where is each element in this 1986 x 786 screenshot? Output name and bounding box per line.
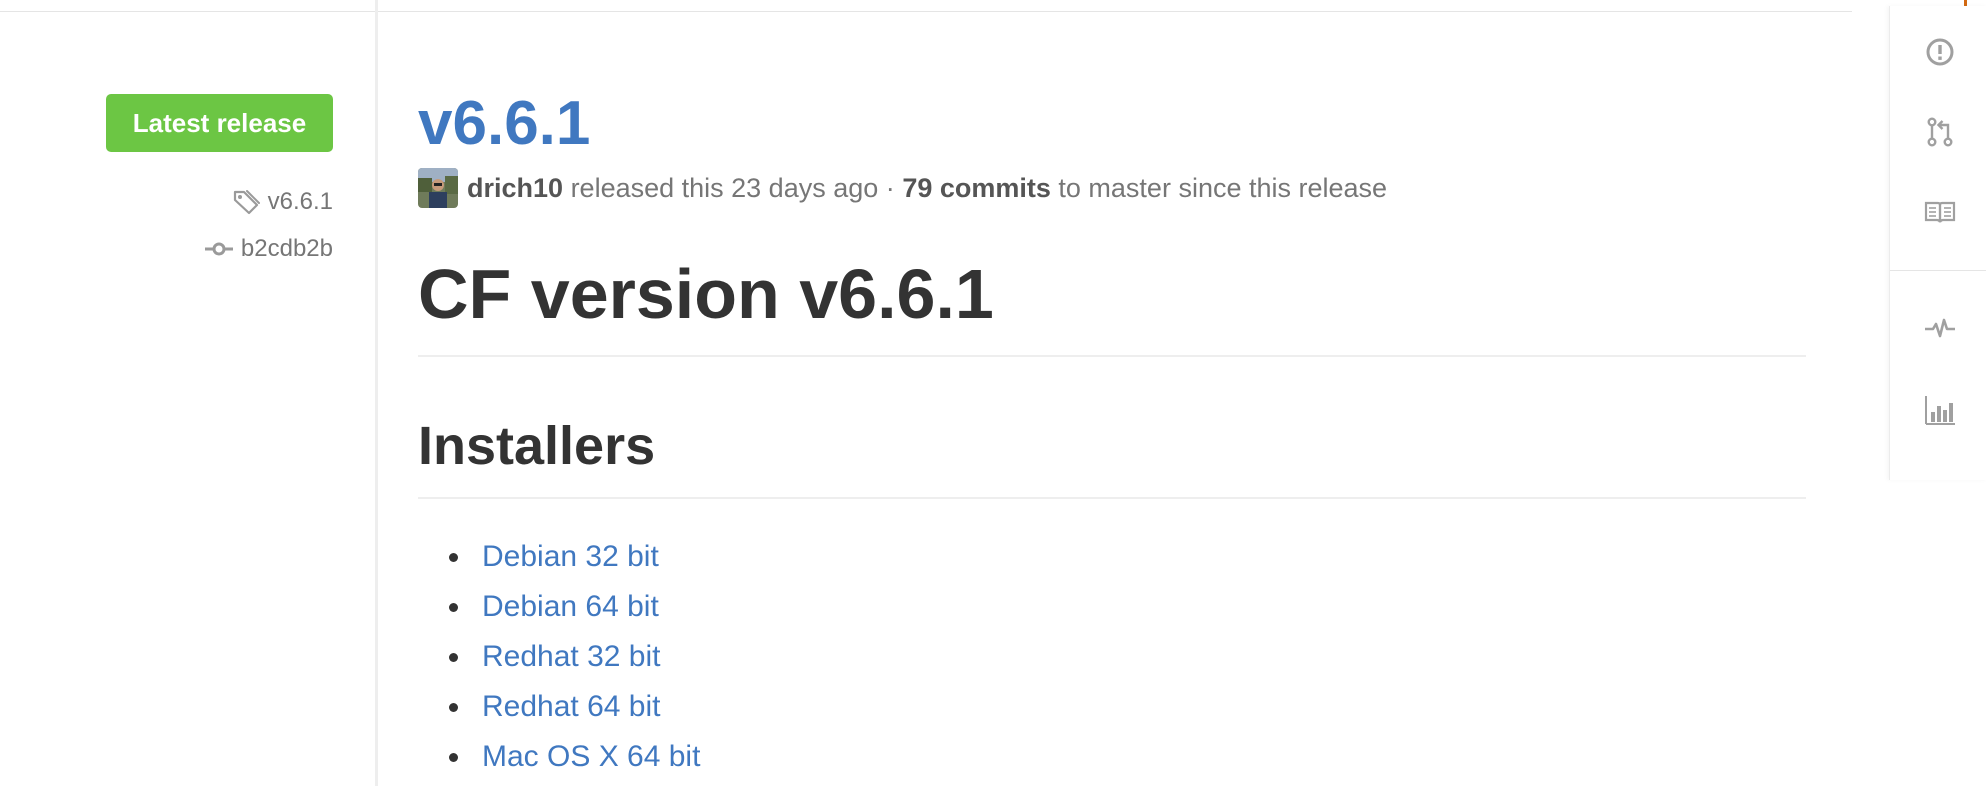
installer-link-redhat-64[interactable]: Redhat 64 bit bbox=[482, 690, 660, 723]
heading-divider bbox=[418, 355, 1806, 357]
author-avatar[interactable] bbox=[418, 168, 458, 208]
release-heading: CF version v6.6.1 bbox=[418, 255, 994, 333]
repo-nav-divider bbox=[1890, 270, 1986, 271]
pull-requests-icon[interactable] bbox=[1924, 116, 1956, 148]
commits-suffix: to master since this release bbox=[1058, 172, 1388, 203]
wiki-icon[interactable] bbox=[1924, 196, 1956, 228]
released-text: released this 23 days ago bbox=[570, 172, 879, 203]
byline-separator: · bbox=[885, 172, 895, 203]
release-meta-column: Latest release v6.6.1 b2cdb2b bbox=[0, 0, 378, 786]
list-item: Debian 32 bit bbox=[418, 532, 700, 582]
installer-link-redhat-32[interactable]: Redhat 32 bit bbox=[482, 640, 660, 673]
commit-sha: b2cdb2b bbox=[240, 235, 333, 262]
list-item: Redhat 64 bit bbox=[418, 682, 700, 732]
installer-link-mac-64[interactable]: Mac OS X 64 bit bbox=[482, 740, 700, 773]
tag-label: v6.6.1 bbox=[267, 188, 333, 215]
installers-heading: Installers bbox=[418, 416, 656, 476]
list-item: Redhat 32 bit bbox=[418, 632, 700, 682]
bullet bbox=[449, 753, 458, 762]
release-commit[interactable]: b2cdb2b bbox=[204, 235, 333, 263]
tag-icon bbox=[232, 189, 260, 215]
issues-icon[interactable] bbox=[1924, 36, 1956, 68]
commits-count-link[interactable]: 79 commits bbox=[902, 173, 1051, 204]
bullet bbox=[449, 603, 458, 612]
latest-release-badge[interactable]: Latest release bbox=[106, 94, 333, 152]
subheading-divider bbox=[418, 497, 1806, 499]
bullet bbox=[449, 703, 458, 712]
bullet bbox=[449, 653, 458, 662]
installers-list: Debian 32 bit Debian 64 bit Redhat 32 bi… bbox=[418, 532, 700, 782]
installer-link-debian-32[interactable]: Debian 32 bit bbox=[482, 540, 659, 573]
list-item: Debian 64 bit bbox=[418, 582, 700, 632]
bullet bbox=[449, 553, 458, 562]
author-name-link[interactable]: drich10 bbox=[467, 173, 563, 204]
installer-link-debian-64[interactable]: Debian 64 bit bbox=[482, 590, 659, 623]
release-title-link[interactable]: v6.6.1 bbox=[418, 88, 590, 160]
release-byline: drich10 released this 23 days ago · 79 c… bbox=[418, 167, 1387, 209]
commit-icon bbox=[204, 241, 233, 257]
list-item: Mac OS X 64 bit bbox=[418, 732, 700, 782]
release-tag[interactable]: v6.6.1 bbox=[232, 188, 333, 216]
graphs-icon[interactable] bbox=[1924, 394, 1956, 426]
pulse-icon[interactable] bbox=[1924, 312, 1956, 344]
repo-nav bbox=[1889, 6, 1986, 480]
